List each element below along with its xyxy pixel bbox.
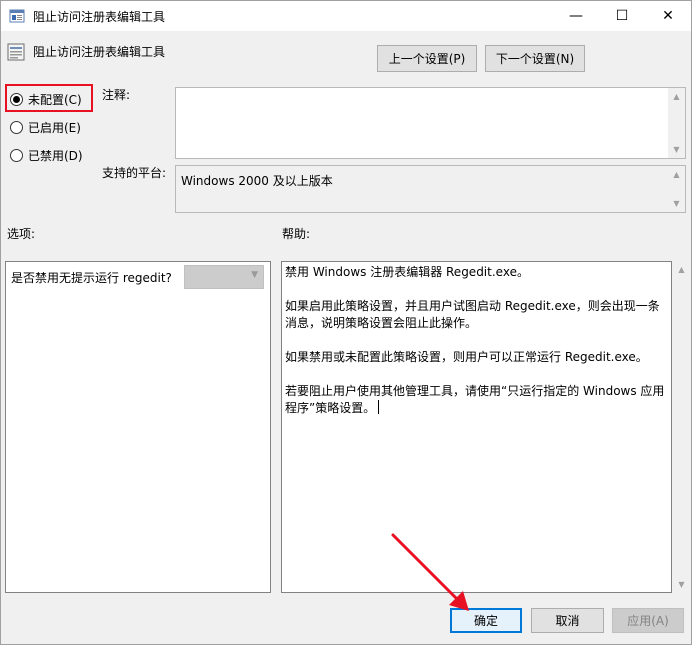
- help-panel[interactable]: 禁用 Windows 注册表编辑器 Regedit.exe。 如果启用此策略设置…: [281, 261, 672, 593]
- radio-unchecked-icon: [10, 149, 23, 162]
- scroll-up-icon[interactable]: ▲: [668, 88, 685, 105]
- radio-label: 未配置(C): [28, 93, 82, 107]
- radio-checked-icon: [10, 93, 23, 106]
- help-label: 帮助:: [282, 227, 311, 241]
- next-setting-button[interactable]: 下一个设置(N): [485, 45, 585, 72]
- scroll-down-icon[interactable]: ▼: [668, 141, 685, 158]
- maximize-icon: ☐: [615, 8, 629, 24]
- maximize-button[interactable]: ☐: [599, 1, 645, 31]
- red-arrow-annotation: [391, 533, 469, 611]
- radio-label: 已启用(E): [28, 121, 81, 135]
- platform-field: Windows 2000 及以上版本 ▲ ▼: [175, 165, 686, 213]
- radio-label: 已禁用(D): [28, 149, 83, 163]
- previous-setting-button[interactable]: 上一个设置(P): [377, 45, 477, 72]
- scroll-up-icon[interactable]: ▲: [673, 261, 690, 278]
- help-paragraph: 如果禁用或未配置此策略设置，则用户可以正常运行 Regedit.exe。: [285, 350, 648, 364]
- policy-icon: [7, 43, 25, 61]
- radio-unchecked-icon: [10, 121, 23, 134]
- radio-enabled[interactable]: 已启用(E): [10, 119, 81, 136]
- radio-disabled[interactable]: 已禁用(D): [10, 147, 83, 164]
- minimize-icon: —: [569, 8, 583, 24]
- chevron-down-icon: ▼: [251, 270, 258, 280]
- option-question: 是否禁用无提示运行 regedit?: [11, 271, 172, 285]
- policy-dialog: 阻止访问注册表编辑工具 — ☐ ✕ 阻止访问注册表编辑工具 上一个设置(P) 下…: [0, 0, 692, 645]
- help-paragraph-text: 若要阻止用户使用其他管理工具，请使用“只运行指定的 Windows 应用程序”策…: [285, 384, 665, 415]
- scroll-down-icon[interactable]: ▼: [668, 195, 685, 212]
- close-icon: ✕: [662, 8, 674, 24]
- help-paragraph: 如果启用此策略设置，并且用户试图启动 Regedit.exe，则会出现一条消息，…: [285, 299, 660, 330]
- cancel-button[interactable]: 取消: [531, 608, 604, 633]
- help-scrollbar[interactable]: ▲ ▼: [673, 261, 690, 593]
- comment-field[interactable]: ▲ ▼: [175, 87, 686, 159]
- text-caret: [378, 400, 380, 414]
- window-title: 阻止访问注册表编辑工具: [33, 10, 166, 24]
- platform-value: Windows 2000 及以上版本: [181, 174, 333, 188]
- help-paragraph-last: 若要阻止用户使用其他管理工具，请使用“只运行指定的 Windows 应用程序”策…: [285, 383, 670, 417]
- options-label: 选项:: [7, 227, 36, 241]
- scroll-down-icon[interactable]: ▼: [673, 576, 690, 593]
- radio-not-configured[interactable]: 未配置(C): [10, 91, 82, 108]
- help-paragraph: 禁用 Windows 注册表编辑器 Regedit.exe。: [285, 265, 529, 279]
- options-panel: 是否禁用无提示运行 regedit? ▼: [5, 261, 271, 593]
- platform-scrollbar[interactable]: ▲ ▼: [668, 166, 685, 212]
- title-bar[interactable]: 阻止访问注册表编辑工具 — ☐ ✕: [1, 1, 691, 31]
- app-icon: [9, 9, 25, 23]
- comment-label: 注释:: [102, 88, 131, 102]
- comment-scrollbar[interactable]: ▲ ▼: [668, 88, 685, 158]
- close-button[interactable]: ✕: [645, 1, 691, 31]
- regedit-option-select[interactable]: ▼: [184, 265, 264, 289]
- platform-label: 支持的平台:: [102, 166, 167, 180]
- scroll-up-icon[interactable]: ▲: [668, 166, 685, 183]
- apply-button[interactable]: 应用(A): [612, 608, 684, 633]
- policy-name: 阻止访问注册表编辑工具: [33, 45, 166, 59]
- minimize-button[interactable]: —: [553, 1, 599, 31]
